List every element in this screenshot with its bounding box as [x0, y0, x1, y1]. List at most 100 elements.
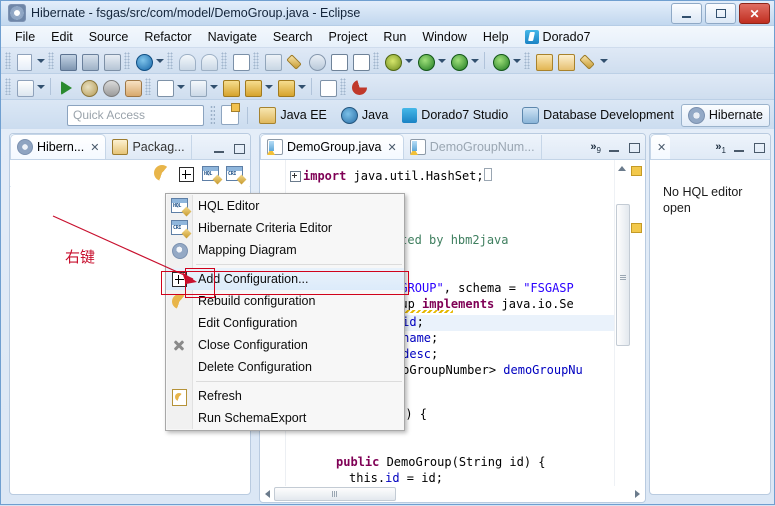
back-dropdown-icon[interactable] — [263, 77, 274, 97]
menu-item-delete-configuration[interactable]: Delete Configuration — [166, 356, 404, 378]
minimize-button[interactable] — [671, 3, 702, 24]
vertical-scroll-thumb[interactable] — [616, 204, 630, 346]
minimize-view-icon[interactable] — [733, 141, 746, 154]
menu-item-add-configuration[interactable]: Add Configuration... — [166, 268, 404, 290]
debug-icon[interactable] — [382, 51, 402, 71]
toolbar-grip[interactable] — [167, 52, 173, 69]
toolbar-grip[interactable] — [5, 52, 11, 69]
run-dropdown-icon[interactable] — [436, 51, 447, 71]
forward-dropdown-icon[interactable] — [296, 77, 307, 97]
mapping-perspective-icon[interactable] — [230, 51, 250, 71]
new-icon[interactable] — [14, 51, 34, 71]
new-dropdown-icon[interactable] — [35, 51, 46, 71]
forward-icon[interactable] — [275, 77, 295, 97]
search-type-icon[interactable] — [306, 51, 326, 71]
run-ant-dropdown-icon[interactable] — [511, 51, 522, 71]
menu-item-rebuild-configuration[interactable]: Rebuild configuration — [166, 290, 404, 312]
overview-marker[interactable] — [631, 166, 642, 176]
fold-expand-icon[interactable] — [290, 171, 301, 182]
menu-project[interactable]: Project — [321, 28, 376, 46]
run-external-icon[interactable] — [448, 51, 468, 71]
menu-search[interactable]: Search — [265, 28, 321, 46]
menu-item-mapping-diagram[interactable]: Mapping Diagram — [166, 239, 404, 261]
toolbar-grip[interactable] — [48, 52, 54, 69]
perspective-dorado7-studio[interactable]: Dorado7 Studio — [395, 105, 515, 126]
menu-source[interactable]: Source — [81, 28, 137, 46]
perspective-database-development[interactable]: Database Development — [515, 104, 681, 127]
editor-horizontal-scrollbar[interactable] — [261, 486, 644, 501]
toolbar-grip[interactable] — [373, 52, 379, 69]
loading-icon[interactable] — [349, 77, 369, 97]
maximize-view-icon[interactable] — [753, 141, 766, 154]
perspective-bar-grip[interactable] — [210, 105, 216, 125]
expand-all-icon[interactable] — [178, 165, 194, 182]
toolbar-grip[interactable] — [5, 78, 11, 95]
menu-item-hibernate-criteria-editor[interactable]: CRI Hibernate Criteria Editor — [166, 217, 404, 239]
undo-icon[interactable] — [176, 51, 196, 71]
run-icon[interactable] — [415, 51, 435, 71]
tab-hql-editor[interactable]: ✕ — [650, 134, 671, 159]
perspective-java[interactable]: Java — [334, 104, 395, 127]
hibernate-console-icon[interactable] — [133, 51, 153, 71]
new-connection-dropdown-icon[interactable] — [35, 77, 46, 97]
right-view-overflow-icon[interactable]: »1 — [715, 141, 726, 155]
editor-vertical-scrollbar[interactable] — [614, 160, 630, 501]
toolbar-grip[interactable] — [340, 78, 346, 95]
tab-package-explorer[interactable]: Packag... — [106, 135, 192, 159]
open-type-dropdown-icon[interactable] — [175, 77, 186, 97]
menu-run[interactable]: Run — [375, 28, 414, 46]
open-task-icon[interactable] — [187, 77, 207, 97]
minimize-editor-icon[interactable] — [608, 141, 621, 154]
redo-icon[interactable] — [198, 51, 218, 71]
toolbar-grip[interactable] — [524, 52, 530, 69]
criteria-editor-icon[interactable]: CRI — [226, 165, 247, 185]
menu-help[interactable]: Help — [475, 28, 517, 46]
menu-file[interactable]: File — [7, 28, 43, 46]
toolbar-grip[interactable] — [145, 78, 151, 95]
hibernate-console-dropdown-icon[interactable] — [154, 51, 165, 71]
open-type-icon[interactable] — [154, 77, 174, 97]
perspective-hibernate[interactable]: Hibernate — [680, 103, 771, 127]
editor-overview-ruler[interactable] — [630, 160, 644, 501]
save-all-icon[interactable] — [79, 51, 99, 71]
new-connection-icon[interactable] — [14, 77, 34, 97]
menu-dorado7[interactable]: Dorado7 — [517, 28, 599, 46]
execute-config-icon[interactable] — [78, 77, 98, 97]
save-icon[interactable] — [57, 51, 77, 71]
editor-overflow-icon[interactable]: »9 — [590, 141, 601, 155]
menu-window[interactable]: Window — [414, 28, 474, 46]
menu-refactor[interactable]: Refactor — [136, 28, 199, 46]
new-perspective-icon[interactable] — [221, 103, 241, 125]
close-icon[interactable]: ✕ — [657, 141, 666, 154]
close-button[interactable]: ✕ — [739, 3, 770, 24]
refresh-icon[interactable] — [154, 165, 170, 181]
execute-icon[interactable] — [56, 77, 76, 97]
run-external-dropdown-icon[interactable] — [469, 51, 480, 71]
back-icon[interactable] — [242, 77, 262, 97]
menu-item-hql-editor[interactable]: HQL HQL Editor — [166, 195, 404, 217]
menu-edit[interactable]: Edit — [43, 28, 81, 46]
tab-demogroup-java[interactable]: DemoGroup.java ✕ — [260, 134, 404, 159]
stop-icon[interactable] — [100, 77, 120, 97]
outline-icon[interactable] — [328, 51, 348, 71]
run-ant-icon[interactable] — [490, 51, 510, 71]
hql-editor-icon[interactable]: HQL — [202, 165, 223, 185]
scroll-right-icon[interactable] — [635, 489, 640, 498]
maximize-editor-icon[interactable] — [628, 141, 641, 154]
toolbar-grip[interactable] — [221, 52, 227, 69]
menu-item-edit-configuration[interactable]: Edit Configuration — [166, 312, 404, 334]
open-task-dropdown-icon[interactable] — [208, 77, 219, 97]
horizontal-scroll-thumb[interactable] — [274, 486, 396, 501]
close-icon[interactable]: ✕ — [388, 141, 397, 154]
menu-item-close-configuration[interactable]: Close Configuration — [166, 334, 404, 356]
restore-button[interactable] — [705, 3, 736, 24]
context-menu[interactable]: HQL HQL Editor CRI Hibernate Criteria Ed… — [165, 193, 405, 431]
toolbar-grip[interactable] — [124, 52, 130, 69]
toolbar-grip[interactable] — [253, 52, 259, 69]
menu-item-refresh[interactable]: Refresh — [166, 385, 404, 407]
tab-hibernate-configurations[interactable]: Hibern... ✕ — [10, 134, 107, 159]
open-package-icon[interactable] — [533, 51, 553, 71]
hand-icon[interactable] — [122, 77, 142, 97]
perspective-java-ee[interactable]: Java EE — [252, 104, 334, 127]
scroll-left-icon[interactable] — [265, 489, 270, 498]
